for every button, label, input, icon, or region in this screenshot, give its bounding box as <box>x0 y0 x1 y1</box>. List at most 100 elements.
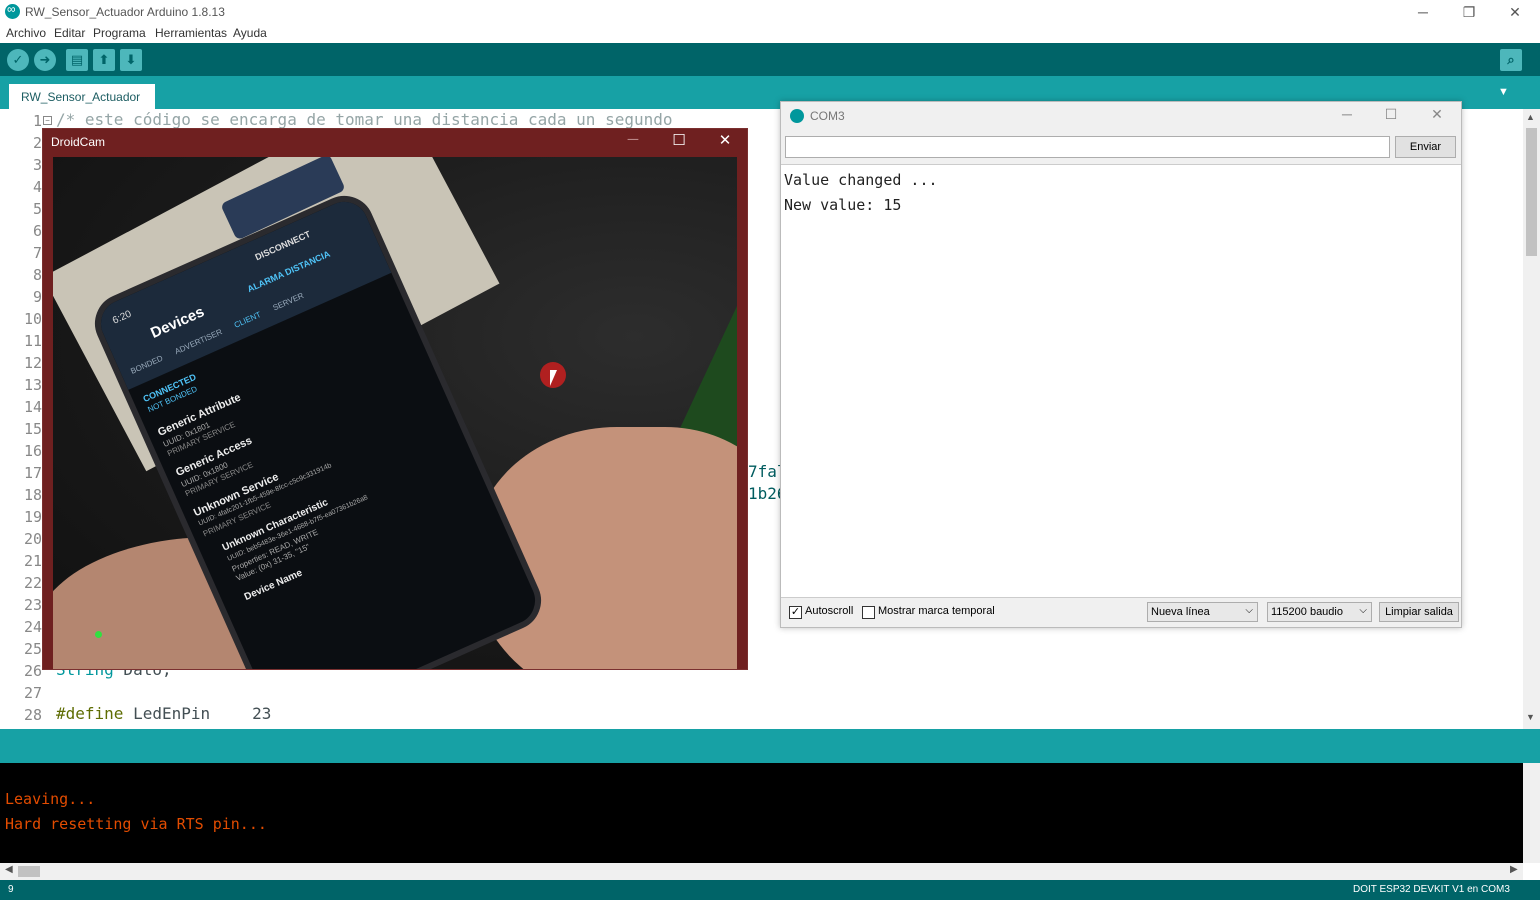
serial-output: Value changed ... New value: 15 <box>781 164 1461 598</box>
line-number: 7 <box>32 244 42 262</box>
menu-editar[interactable]: Editar <box>54 26 85 40</box>
chevron-down-icon: ⌵ <box>1245 605 1253 616</box>
menu-ayuda[interactable]: Ayuda <box>233 26 267 40</box>
serial-output-line: Value changed ... <box>784 171 938 189</box>
droidcam-maximize-button[interactable]: ☐ <box>659 131 699 149</box>
baud-rate-value: 115200 baudio <box>1271 606 1343 618</box>
output-console: Leaving... Hard resetting via RTS pin... <box>0 763 1523 863</box>
serial-monitor-window[interactable]: COM3 ─ ☐ ✕ Enviar Value changed ... New … <box>780 101 1462 628</box>
fold-toggle-icon[interactable]: − <box>43 116 52 125</box>
console-line: Leaving... <box>5 790 96 808</box>
verify-button[interactable]: ✓ <box>7 49 29 71</box>
line-number: 15 <box>23 420 42 438</box>
line-ending-value: Nueva línea <box>1151 606 1210 618</box>
serial-send-input[interactable] <box>785 136 1390 158</box>
scroll-right-icon[interactable]: ▶ <box>1510 864 1518 875</box>
line-number: 9 <box>32 288 42 306</box>
line-number: 19 <box>23 508 42 526</box>
arduino-logo-icon <box>790 109 804 123</box>
editor-scroll-thumb[interactable] <box>1526 128 1537 256</box>
camera-feed: 6:20 DISCONNECT Devices ALARMA DISTANCIA… <box>53 157 737 669</box>
line-number: 14 <box>23 398 42 416</box>
line-number: 10 <box>23 310 42 328</box>
line-number: 3 <box>32 156 42 174</box>
autoscroll-checkbox[interactable]: ✓ <box>789 606 802 619</box>
line-number: 23 <box>23 596 42 614</box>
autoscroll-label: Autoscroll <box>805 605 854 617</box>
close-button[interactable]: ✕ <box>1492 2 1538 22</box>
menu-bar: Archivo Editar Programa Herramientas Ayu… <box>0 24 1540 42</box>
scroll-down-icon[interactable]: ▼ <box>1526 712 1535 722</box>
droidcam-window[interactable]: DroidCam ─ ☐ ✕ 6:20 DISCONNECT Devices A… <box>42 128 748 670</box>
menu-programa[interactable]: Programa <box>93 26 146 40</box>
scroll-left-icon[interactable]: ◀ <box>5 864 13 875</box>
arrow-right-icon: ➜ <box>39 52 51 67</box>
restore-button[interactable]: ❐ <box>1446 2 1492 22</box>
line-number: 1 <box>32 112 42 130</box>
droidcam-title: DroidCam <box>51 135 106 149</box>
serial-output-line: New value: 15 <box>784 196 902 214</box>
tab-menu-icon[interactable]: ▼ <box>1498 86 1509 98</box>
mouse-cursor-icon <box>550 370 557 386</box>
line-number: 25 <box>23 640 42 658</box>
timestamp-checkbox[interactable] <box>862 606 875 619</box>
line-number: 12 <box>23 354 42 372</box>
open-sketch-button[interactable]: ⬆ <box>93 49 115 71</box>
title-bar: RW_Sensor_Actuador Arduino 1.8.13 ─ ❐ ✕ <box>0 0 1540 24</box>
line-number: 24 <box>23 618 42 636</box>
line-number: 2 <box>32 134 42 152</box>
serial-minimize-button[interactable]: ─ <box>1327 106 1367 122</box>
checkmark-icon: ✓ <box>12 52 24 67</box>
console-scroll-thumb[interactable] <box>18 866 40 877</box>
menu-archivo[interactable]: Archivo <box>6 26 46 40</box>
line-number: 13 <box>23 376 42 394</box>
droidcam-close-button[interactable]: ✕ <box>705 131 745 149</box>
tab-rw-sensor-actuador[interactable]: RW_Sensor_Actuador <box>9 84 155 109</box>
minimize-button[interactable]: ─ <box>1400 2 1446 22</box>
console-line: Hard resetting via RTS pin... <box>5 815 267 833</box>
magnifier-icon: ⌕ <box>1507 52 1515 67</box>
droidcam-minimize-button[interactable]: ─ <box>613 131 653 148</box>
message-strip <box>0 729 1540 763</box>
macro-value: 23 <box>252 704 272 723</box>
line-number: 4 <box>32 178 42 196</box>
line-number: 27 <box>23 684 42 702</box>
serial-monitor-title: COM3 <box>810 109 845 123</box>
line-number: 11 <box>23 332 42 350</box>
baud-rate-select[interactable]: 115200 baudio ⌵ <box>1267 602 1372 622</box>
serial-monitor-button[interactable]: ⌕ <box>1500 49 1522 71</box>
timestamp-label: Mostrar marca temporal <box>878 605 995 617</box>
status-footer: 9 DOIT ESP32 DEVKIT V1 en COM3 <box>0 880 1540 900</box>
line-number-gutter: 1 2 3 4 5 6 7 8 9 10 11 12 13 14 15 16 17 18 19 20 21 22 23 24 2… <box>0 109 46 729</box>
new-sketch-button[interactable]: ▤ <box>66 49 88 71</box>
line-number: 28 <box>23 706 42 724</box>
console-vertical-scrollbar[interactable] <box>1523 763 1540 863</box>
save-sketch-button[interactable]: ⬇ <box>120 49 142 71</box>
toolbar: ✓ ➜ ▤ ⬆ ⬇ ⌕ <box>0 43 1540 76</box>
menu-herramientas[interactable]: Herramientas <box>155 26 227 40</box>
code-line-1: /* este código se encarga de tomar una d… <box>56 110 673 129</box>
current-line-number: 9 <box>8 884 14 895</box>
scroll-up-icon[interactable]: ▲ <box>1526 112 1535 122</box>
new-file-icon: ▤ <box>70 52 84 67</box>
clear-output-button[interactable]: Limpiar salida <box>1379 602 1459 622</box>
board-port-label: DOIT ESP32 DEVKIT V1 en COM3 <box>1353 884 1510 895</box>
line-number: 26 <box>23 662 42 680</box>
line-number: 21 <box>23 552 42 570</box>
upload-button[interactable]: ➜ <box>34 49 56 71</box>
window-title: RW_Sensor_Actuador Arduino 1.8.13 <box>25 5 225 19</box>
arduino-logo-icon <box>5 2 20 19</box>
line-ending-select[interactable]: Nueva línea ⌵ <box>1147 602 1258 622</box>
line-number: 20 <box>23 530 42 548</box>
line-number: 5 <box>32 200 42 218</box>
code-line-28: #define LedEnPin 23 <box>56 704 271 723</box>
console-horizontal-scrollbar[interactable] <box>0 863 1523 880</box>
save-arrow-icon: ⬇ <box>125 52 137 67</box>
line-number: 17 <box>23 464 42 482</box>
macro-name: LedEnPin <box>123 704 211 723</box>
serial-close-button[interactable]: ✕ <box>1417 106 1457 123</box>
send-button[interactable]: Enviar <box>1395 136 1456 158</box>
serial-maximize-button[interactable]: ☐ <box>1371 106 1411 123</box>
define-directive: #define <box>56 704 124 723</box>
line-number: 16 <box>23 442 42 460</box>
